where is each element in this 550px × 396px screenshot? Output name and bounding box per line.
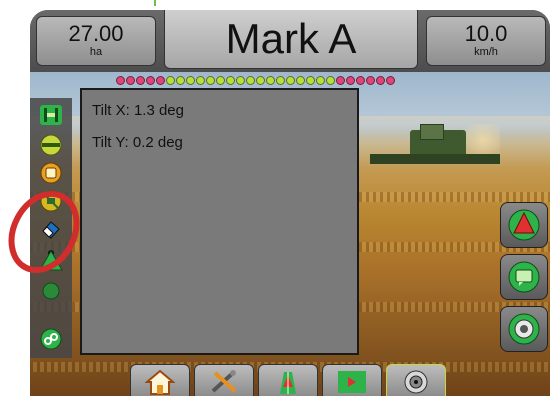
zoom-icon xyxy=(42,282,60,300)
device-screen: 27.00 ha Mark A 10.0 km/h Tilt X: 1.3 de… xyxy=(30,10,550,396)
lightbar-led xyxy=(386,76,395,85)
page-title: Mark A xyxy=(225,15,357,62)
home-icon xyxy=(145,369,175,395)
left-toolbar xyxy=(30,98,72,358)
lightbar-led xyxy=(176,76,185,85)
field-view-button[interactable] xyxy=(500,254,548,300)
eraser-button[interactable] xyxy=(36,216,66,242)
lightbar-led xyxy=(316,76,325,85)
lightbar-led xyxy=(346,76,355,85)
lightbar-led xyxy=(246,76,255,85)
lightbar-led xyxy=(146,76,155,85)
speed-value: 10.0 xyxy=(464,21,508,46)
tilt-gauge-button[interactable] xyxy=(500,306,548,352)
combine-cab xyxy=(420,124,444,140)
gauge-button[interactable] xyxy=(386,364,446,396)
lightbar-led xyxy=(226,76,235,85)
boundary-icon xyxy=(40,134,62,156)
field-view-icon xyxy=(508,261,540,293)
vehicle-guidance-button[interactable] xyxy=(258,364,318,396)
zoom-button[interactable] xyxy=(36,278,66,304)
tilt-gauge-icon xyxy=(508,313,540,345)
satellite-button[interactable] xyxy=(36,188,66,214)
lightbar-led xyxy=(366,76,375,85)
page-text-fragment xyxy=(96,0,156,8)
lightbar-led xyxy=(156,76,165,85)
settings-tools-button[interactable] xyxy=(194,364,254,396)
lightbar-led xyxy=(336,76,345,85)
lightbar-led xyxy=(256,76,265,85)
tilt-x-readout: Tilt X: 1.3 deg xyxy=(92,102,184,119)
guidance-title[interactable]: Mark A xyxy=(164,10,418,69)
led-lightbar xyxy=(116,76,396,85)
status-bar: 27.00 ha Mark A 10.0 km/h xyxy=(30,10,550,72)
bottom-navigation xyxy=(130,364,450,396)
field-guidance-button[interactable] xyxy=(322,364,382,396)
guidance-line-icon xyxy=(40,105,62,125)
lightbar-led xyxy=(206,76,215,85)
lightbar-led xyxy=(266,76,275,85)
combine-harvester xyxy=(370,124,500,178)
map-options-icon xyxy=(40,328,62,350)
lightbar-led xyxy=(326,76,335,85)
speed-unit: km/h xyxy=(474,46,498,58)
eraser-icon xyxy=(42,221,60,239)
marker-button[interactable] xyxy=(36,160,66,186)
lightbar-led xyxy=(286,76,295,85)
lightbar-led xyxy=(216,76,225,85)
field-guidance-icon xyxy=(338,371,366,393)
lightbar-led xyxy=(306,76,315,85)
satellite-icon xyxy=(40,190,62,212)
vehicle-view-button[interactable] xyxy=(500,202,548,248)
guidance-line-button[interactable] xyxy=(36,102,66,128)
vehicle-position-icon xyxy=(39,250,63,271)
area-value: 27.00 xyxy=(68,21,124,46)
lightbar-led xyxy=(276,76,285,85)
vehicle-view-icon xyxy=(508,209,540,241)
area-display[interactable]: 27.00 ha xyxy=(36,16,156,66)
lightbar-led xyxy=(236,76,245,85)
lightbar-led xyxy=(136,76,145,85)
dust-cloud xyxy=(466,124,500,156)
speed-display[interactable]: 10.0 km/h xyxy=(426,16,546,66)
home-button[interactable] xyxy=(130,364,190,396)
vehicle-position-button[interactable] xyxy=(36,248,66,274)
tilt-info-panel: Tilt X: 1.3 deg Tilt Y: 0.2 deg xyxy=(80,88,359,355)
boundary-button[interactable] xyxy=(36,132,66,158)
vehicle-guidance-icon xyxy=(280,372,296,394)
lightbar-led xyxy=(126,76,135,85)
combine-header xyxy=(370,154,500,164)
tilt-y-readout: Tilt Y: 0.2 deg xyxy=(92,134,183,151)
lightbar-led xyxy=(116,76,125,85)
gauge-icon xyxy=(404,370,428,394)
lightbar-led xyxy=(356,76,365,85)
lightbar-led xyxy=(376,76,385,85)
settings-tools-icon xyxy=(211,370,237,393)
lightbar-led xyxy=(186,76,195,85)
lightbar-led xyxy=(296,76,305,85)
map-options-button[interactable] xyxy=(36,326,66,352)
lightbar-led xyxy=(196,76,205,85)
green-marker xyxy=(154,0,156,6)
lightbar-led xyxy=(166,76,175,85)
marker-icon xyxy=(40,162,62,184)
area-unit: ha xyxy=(89,46,103,58)
